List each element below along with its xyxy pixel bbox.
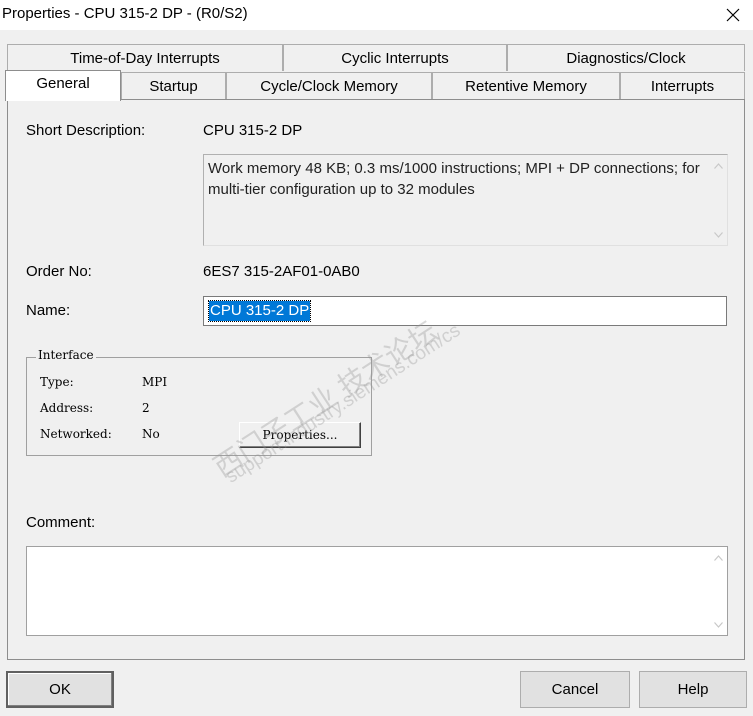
order-no-value: 6ES7 315-2AF01-0AB0 — [203, 263, 360, 280]
interface-address-value: 2 — [142, 401, 150, 415]
chevron-up-icon — [714, 554, 723, 561]
close-button[interactable] — [713, 0, 753, 30]
properties-dialog: Properties - CPU 315-2 DP - (R0/S2) Time… — [0, 0, 753, 716]
name-selected-text: CPU 315-2 DP — [207, 300, 312, 322]
tab-diagnostics-clock[interactable]: Diagnostics/Clock — [507, 44, 745, 71]
scroll-up-button[interactable] — [710, 157, 727, 174]
chevron-up-icon — [714, 162, 723, 169]
comment-label: Comment: — [26, 514, 96, 531]
description-textbox[interactable]: Work memory 48 KB; 0.3 ms/1000 instructi… — [203, 154, 728, 246]
interface-networked-label: Networked: — [40, 427, 112, 441]
scroll-down-button[interactable] — [710, 616, 727, 633]
short-description-label: Short Description: — [26, 122, 146, 139]
close-icon — [726, 8, 740, 22]
name-input[interactable]: CPU 315-2 DP — [203, 296, 727, 326]
chevron-down-icon — [714, 621, 723, 628]
interface-properties-button[interactable]: Properties... — [239, 422, 361, 448]
tab-general[interactable]: General — [5, 70, 121, 101]
title-bar: Properties - CPU 315-2 DP - (R0/S2) — [0, 0, 753, 30]
tab-retentive-memory[interactable]: Retentive Memory — [432, 72, 620, 99]
chevron-down-icon — [714, 231, 723, 238]
description-text: Work memory 48 KB; 0.3 ms/1000 instructi… — [208, 160, 700, 198]
tab-cyclic-interrupts[interactable]: Cyclic Interrupts — [283, 44, 507, 71]
window-title: Properties - CPU 315-2 DP - (R0/S2) — [2, 5, 248, 22]
order-no-label: Order No: — [26, 263, 92, 280]
interface-networked-value: No — [142, 427, 160, 441]
tab-cycle-clock-memory[interactable]: Cycle/Clock Memory — [226, 72, 432, 99]
tab-interrupts[interactable]: Interrupts — [620, 72, 745, 99]
cancel-button[interactable]: Cancel — [520, 671, 630, 708]
help-button[interactable]: Help — [639, 671, 747, 708]
scroll-up-button[interactable] — [710, 549, 727, 566]
interface-type-value: MPI — [142, 375, 168, 389]
comment-scrollbar[interactable] — [710, 547, 727, 635]
interface-type-label: Type: — [40, 375, 74, 389]
interface-address-label: Address: — [40, 401, 94, 415]
short-description-value: CPU 315-2 DP — [203, 122, 303, 139]
tab-startup[interactable]: Startup — [121, 72, 226, 99]
ok-button[interactable]: OK — [6, 671, 114, 708]
comment-textarea[interactable] — [26, 546, 728, 636]
name-label: Name: — [26, 302, 71, 319]
scroll-down-button[interactable] — [710, 226, 727, 243]
tab-time-of-day-interrupts[interactable]: Time-of-Day Interrupts — [7, 44, 283, 71]
interface-group-title: Interface — [36, 348, 96, 362]
description-scrollbar[interactable] — [710, 155, 727, 245]
